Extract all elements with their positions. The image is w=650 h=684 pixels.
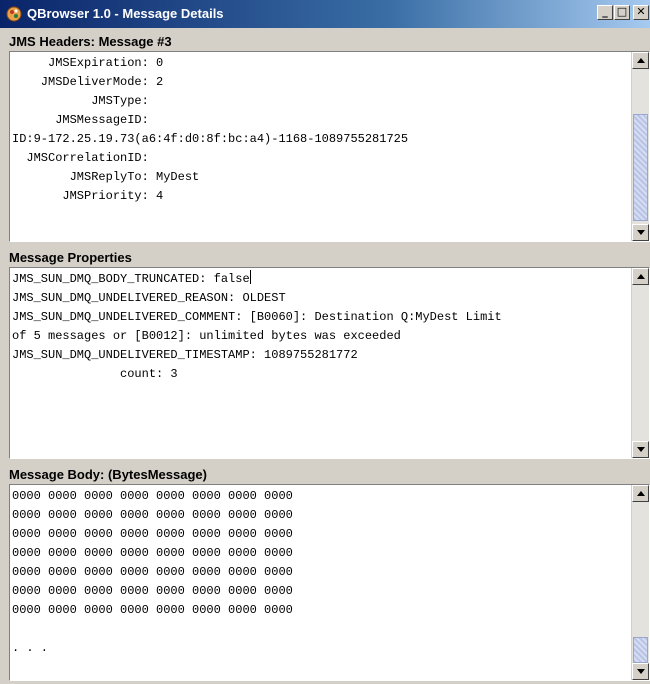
- properties-line: JMS_SUN_DMQ_UNDELIVERED_REASON: OLDEST: [12, 291, 286, 305]
- headers-text-area[interactable]: JMSExpiration: 0 JMSDeliverMode: 2 JMSTy…: [12, 54, 631, 239]
- arrow-up-icon: [637, 491, 645, 496]
- properties-scroll-down-button[interactable]: [632, 441, 649, 458]
- headers-line: ID:9-172.25.19.73(a6:4f:d0:8f:bc:a4)-116…: [12, 132, 409, 146]
- headers-line: JMSReplyTo: MyDest: [12, 170, 200, 184]
- body-line: 0000 0000 0000 0000 0000 0000 0000 0000: [12, 565, 293, 579]
- headers-scroll-up-button[interactable]: [632, 52, 649, 69]
- headers-scrollbar[interactable]: [631, 52, 649, 241]
- body-scroll-up-button[interactable]: [632, 485, 649, 502]
- properties-line: of 5 messages or [B0012]: unlimited byte…: [12, 329, 401, 343]
- headers-scroll-down-button[interactable]: [632, 224, 649, 241]
- maximize-button[interactable]: □: [614, 5, 630, 20]
- body-line: 0000 0000 0000 0000 0000 0000 0000 0000: [12, 508, 293, 522]
- text-caret: [249, 270, 251, 284]
- body-line: 0000 0000 0000 0000 0000 0000 0000 0000: [12, 489, 293, 503]
- properties-line: JMS_SUN_DMQ_UNDELIVERED_TIMESTAMP: 10897…: [12, 348, 358, 362]
- body-line: [12, 620, 631, 639]
- properties-section-title: Message Properties: [9, 250, 132, 265]
- minimize-button[interactable]: _: [597, 5, 613, 20]
- headers-line: JMSPriority: 4: [12, 189, 164, 203]
- body-line: 0000 0000 0000 0000 0000 0000 0000 0000: [12, 527, 293, 541]
- arrow-up-icon: [637, 58, 645, 63]
- headers-line: JMSType:: [12, 94, 149, 108]
- body-scroll-down-button[interactable]: [632, 663, 649, 680]
- window-title: QBrowser 1.0 - Message Details: [27, 6, 224, 21]
- body-line: 0000 0000 0000 0000 0000 0000 0000 0000: [12, 546, 293, 560]
- properties-line: JMS_SUN_DMQ_BODY_TRUNCATED: false: [12, 270, 251, 286]
- headers-line: JMSDeliverMode: 2: [12, 75, 164, 89]
- title-bar[interactable]: QBrowser 1.0 - Message Details _ □ ✕: [0, 0, 650, 28]
- properties-text-area[interactable]: JMS_SUN_DMQ_BODY_TRUNCATED: false JMS_SUN…: [12, 270, 631, 456]
- arrow-down-icon: [637, 447, 645, 452]
- properties-line: count: 3: [12, 367, 178, 381]
- properties-scrollbar[interactable]: [631, 268, 649, 458]
- headers-section-title: JMS Headers: Message #3: [9, 34, 172, 49]
- message-details-window: QBrowser 1.0 - Message Details _ □ ✕ JMS…: [0, 0, 650, 684]
- headers-line: JMSMessageID:: [12, 113, 149, 127]
- body-scrollbar[interactable]: [631, 485, 649, 680]
- qbrowser-app-icon: [6, 6, 22, 22]
- body-scroll-thumb[interactable]: [633, 637, 648, 663]
- arrow-up-icon: [637, 274, 645, 279]
- body-line: 0000 0000 0000 0000 0000 0000 0000 0000: [12, 584, 293, 598]
- body-panel: 0000 0000 0000 0000 0000 0000 0000 0000 0…: [9, 484, 650, 681]
- headers-panel: JMSExpiration: 0 JMSDeliverMode: 2 JMSTy…: [9, 51, 650, 242]
- body-line: . . .: [12, 641, 49, 655]
- close-button[interactable]: ✕: [633, 5, 649, 20]
- arrow-down-icon: [637, 230, 645, 235]
- body-text-area[interactable]: 0000 0000 0000 0000 0000 0000 0000 0000 0…: [12, 487, 631, 678]
- body-line: 0000 0000 0000 0000 0000 0000 0000 0000: [12, 603, 293, 617]
- arrow-down-icon: [637, 669, 645, 674]
- properties-panel: JMS_SUN_DMQ_BODY_TRUNCATED: false JMS_SUN…: [9, 267, 650, 459]
- headers-scroll-thumb[interactable]: [633, 114, 648, 221]
- body-section-title: Message Body: (BytesMessage): [9, 467, 207, 482]
- properties-scroll-up-button[interactable]: [632, 268, 649, 285]
- properties-line: JMS_SUN_DMQ_UNDELIVERED_COMMENT: [B0060]…: [12, 310, 502, 324]
- headers-line: JMSExpiration: 0: [12, 56, 164, 70]
- headers-line: JMSCorrelationID:: [12, 151, 149, 165]
